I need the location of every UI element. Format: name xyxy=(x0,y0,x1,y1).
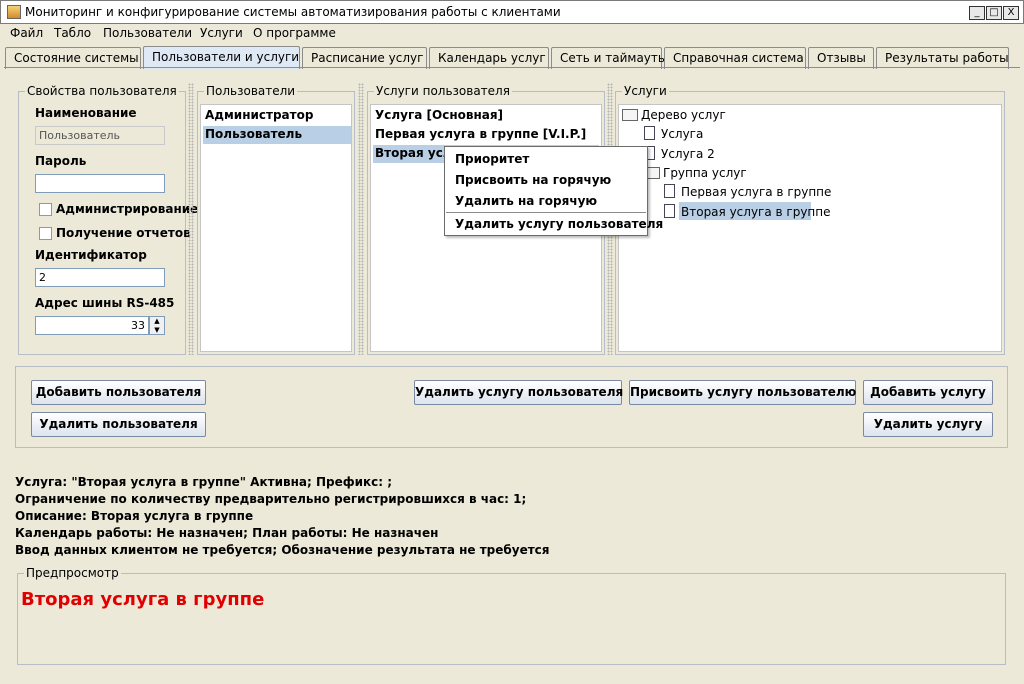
document-icon xyxy=(664,204,675,218)
tree-node[interactable]: Первая услуга в группе xyxy=(681,185,831,199)
tree-node[interactable]: Услуга 2 xyxy=(661,147,715,161)
tree-node-selected[interactable]: Вторая услуга в группе xyxy=(681,205,831,219)
tab-system-state[interactable]: Состояние системы xyxy=(5,47,141,69)
tab-divider xyxy=(4,67,1020,68)
id-label: Идентификатор xyxy=(35,248,147,262)
splitter-2[interactable] xyxy=(358,83,364,355)
preview-text: Вторая услуга в группе xyxy=(21,589,265,610)
users-title: Пользователи xyxy=(204,84,298,98)
menu-item-priority[interactable]: Приоритет xyxy=(455,152,529,166)
tab-schedule[interactable]: Расписание услуг xyxy=(302,47,427,69)
tree-node[interactable]: Услуга xyxy=(661,127,703,141)
services-tree[interactable]: Дерево услуг Услуга Услуга 2 Группа услу… xyxy=(618,104,1002,352)
id-field[interactable]: 2 xyxy=(35,268,165,287)
add-service-button[interactable]: Добавить услугу xyxy=(863,380,993,405)
info-limit: Ограничение по количеству предварительно… xyxy=(15,492,527,506)
services-title: Услуги xyxy=(622,84,669,98)
bus-address-label: Адрес шины RS-485 xyxy=(35,296,175,310)
menu-bar: Файл Табло Пользователи Услуги О програм… xyxy=(0,24,1024,44)
menu-about[interactable]: О программе xyxy=(253,26,336,40)
password-label: Пароль xyxy=(35,154,87,168)
add-user-button[interactable]: Добавить пользователя xyxy=(31,380,206,405)
folder-icon xyxy=(622,109,638,121)
menu-board[interactable]: Табло xyxy=(54,26,91,40)
splitter-1[interactable] xyxy=(188,83,194,355)
tab-help[interactable]: Справочная система xyxy=(664,47,806,69)
delete-service-button[interactable]: Удалить услугу xyxy=(863,412,993,437)
info-description: Описание: Вторая услуга в группе xyxy=(15,509,254,523)
name-field: Пользователь xyxy=(35,126,165,145)
menu-item-assign-hot[interactable]: Присвоить на горячую xyxy=(455,173,611,187)
list-item[interactable]: Услуга [Основная] xyxy=(375,108,503,122)
delete-user-button[interactable]: Удалить пользователя xyxy=(31,412,206,437)
menu-item-delete-user-service[interactable]: Удалить услугу пользователя xyxy=(455,217,663,231)
tree-node-group[interactable]: Группа услуг xyxy=(663,166,747,180)
reports-checkbox[interactable] xyxy=(39,227,52,240)
preview-panel: Предпросмотр Вторая услуга в группе xyxy=(17,566,1006,665)
tab-reviews[interactable]: Отзывы xyxy=(808,47,874,69)
menu-separator xyxy=(446,212,646,213)
info-calendar: Календарь работы: Не назначен; План рабо… xyxy=(15,526,439,540)
tree-node-root[interactable]: Дерево услуг xyxy=(641,108,726,122)
services-panel: Услуги Дерево услуг Услуга Услуга 2 Груп… xyxy=(615,84,1005,355)
user-properties-panel: Свойства пользователя Наименование Польз… xyxy=(18,84,198,355)
minimize-button[interactable]: _ xyxy=(969,6,985,20)
user-properties-title: Свойства пользователя xyxy=(25,84,179,98)
users-list[interactable]: Администратор Пользователь xyxy=(200,104,352,352)
name-label: Наименование xyxy=(35,106,137,120)
list-item[interactable]: Администратор xyxy=(205,108,313,122)
tab-results[interactable]: Результаты работы xyxy=(876,47,1009,69)
preview-title: Предпросмотр xyxy=(24,566,121,580)
document-icon xyxy=(644,126,655,140)
menu-users[interactable]: Пользователи xyxy=(103,26,192,40)
menu-services[interactable]: Услуги xyxy=(200,26,243,40)
close-button[interactable]: X xyxy=(1003,6,1019,20)
delete-user-service-button[interactable]: Удалить услугу пользователя xyxy=(414,380,623,405)
tab-network[interactable]: Сеть и таймауты xyxy=(551,47,667,69)
menu-item-remove-hot[interactable]: Удалить на горячую xyxy=(455,194,597,208)
user-services-title: Услуги пользователя xyxy=(374,84,512,98)
menu-file[interactable]: Файл xyxy=(10,26,43,40)
maximize-button[interactable]: □ xyxy=(986,6,1002,20)
password-field[interactable] xyxy=(35,174,165,193)
window-title: Мониторинг и конфигурирование системы ав… xyxy=(25,5,561,19)
list-item[interactable]: Пользователь xyxy=(205,127,302,141)
info-input: Ввод данных клиентом не требуется; Обозн… xyxy=(15,543,550,557)
admin-checkbox[interactable] xyxy=(39,203,52,216)
users-panel: Пользователи Администратор Пользователь xyxy=(197,84,355,355)
bus-address-spinner[interactable]: 33 xyxy=(35,316,149,335)
spinner-arrows-icon[interactable]: ▲ ▼ xyxy=(149,316,165,335)
list-item[interactable]: Первая услуга в группе [V.I.P.] xyxy=(375,127,586,141)
title-bar: Мониторинг и конфигурирование системы ав… xyxy=(0,0,1024,24)
app-icon xyxy=(7,5,21,19)
tab-calendar[interactable]: Календарь услуг xyxy=(429,47,549,69)
reports-label: Получение отчетов xyxy=(56,226,191,240)
info-service-status: Услуга: "Вторая услуга в группе" Активна… xyxy=(15,475,393,489)
tab-users-services[interactable]: Пользователи и услуги xyxy=(143,46,300,69)
buttons-panel: Добавить пользователя Удалить пользовате… xyxy=(15,366,1008,448)
document-icon xyxy=(664,184,675,198)
context-menu: Приоритет Присвоить на горячую Удалить н… xyxy=(444,146,663,236)
assign-service-button[interactable]: Присвоить услугу пользователю xyxy=(629,380,856,405)
admin-label: Администрирование xyxy=(56,202,199,216)
